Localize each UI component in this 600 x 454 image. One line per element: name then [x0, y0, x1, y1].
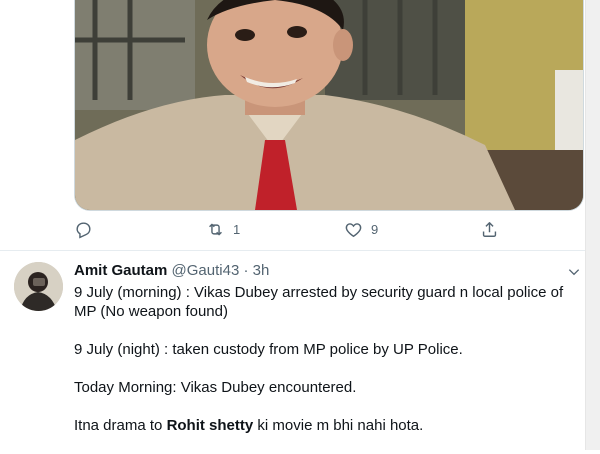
header-separator: · — [243, 262, 249, 279]
avatar[interactable] — [14, 262, 63, 311]
share-button[interactable] — [480, 220, 499, 239]
retweet-button[interactable]: 1 — [206, 220, 240, 239]
author-handle[interactable]: @Gauti43 — [172, 262, 240, 279]
photo-illustration — [75, 0, 583, 210]
reply-icon — [76, 222, 91, 239]
reply-line-4-after: ki movie m bhi nahi hota. — [253, 417, 424, 434]
heart-icon — [345, 223, 362, 238]
share-icon — [482, 222, 497, 237]
like-button[interactable]: 9 — [344, 220, 378, 239]
tweet-photo[interactable] — [74, 0, 584, 211]
reply-line-3: Today Morning: Vikas Dubey encountered. — [74, 379, 357, 396]
reply-header: Amit Gautam @Gauti43 · 3h — [74, 262, 269, 280]
tweet-time[interactable]: 3h — [253, 262, 270, 279]
reply-line-4-before: Itna drama to — [74, 417, 167, 434]
reply-line-4: Itna drama to Rohit shetty ki movie m bh… — [74, 416, 574, 435]
author-name[interactable]: Amit Gautam — [74, 262, 167, 279]
reply-button[interactable] — [74, 220, 93, 239]
reply-text: 9 July (morning) : Vikas Dubey arrested … — [74, 283, 574, 454]
page-scroll-edge — [585, 0, 600, 450]
reply-line-2: 9 July (night) : taken custody from MP p… — [74, 341, 463, 358]
retweet-icon — [209, 223, 222, 236]
tweet-divider — [0, 250, 585, 251]
chevron-down-icon[interactable] — [566, 264, 582, 280]
avatar-image — [14, 262, 63, 311]
tweet-action-bar: 1 9 — [0, 218, 585, 244]
retweet-count: 1 — [233, 222, 241, 237]
reply-line-4-bold: Rohit shetty — [166, 417, 254, 434]
reply-line-1: 9 July (morning) : Vikas Dubey arrested … — [74, 284, 564, 320]
like-count: 9 — [371, 222, 379, 237]
